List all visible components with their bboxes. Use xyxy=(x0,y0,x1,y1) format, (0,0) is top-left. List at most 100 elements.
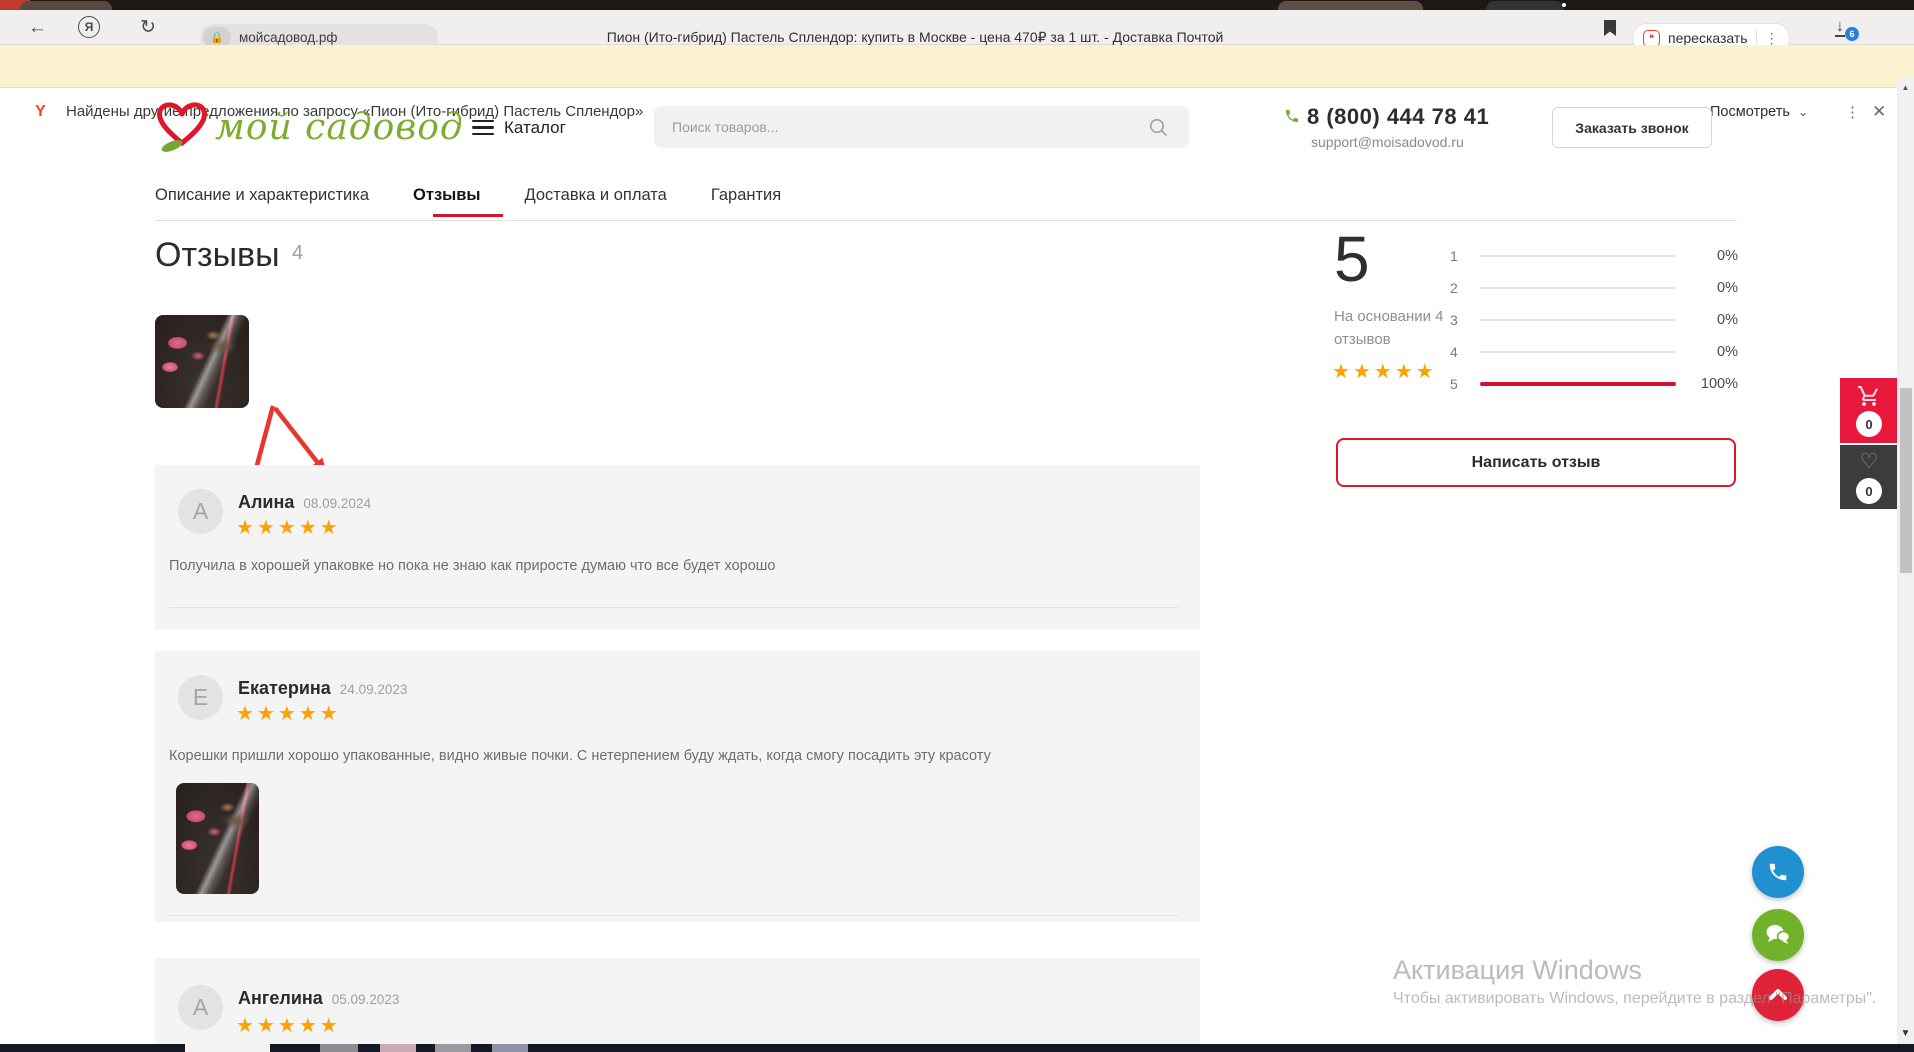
download-badge: 6 xyxy=(1845,27,1859,41)
review-stars: ★★★★★ xyxy=(236,518,341,538)
yandex-logo-icon: Y xyxy=(28,99,53,124)
search-input[interactable] xyxy=(672,106,1132,148)
star-icon: ★ xyxy=(257,703,278,725)
review-date: 24.09.2023 xyxy=(340,682,408,697)
reload-icon[interactable]: ↻ xyxy=(140,10,156,45)
star-icon: ★ xyxy=(1374,361,1395,383)
star-icon: ★ xyxy=(278,1015,299,1037)
star-icon: ★ xyxy=(236,1015,257,1037)
search-icon[interactable] xyxy=(1149,118,1168,137)
browser-tab-strip xyxy=(0,0,1914,10)
tab-audio-dot-icon xyxy=(1562,3,1566,7)
review-card: Е Екатерина 24.09.2023 ★★★★★ Корешки при… xyxy=(155,651,1200,922)
site-logo[interactable]: мой садовод xyxy=(155,98,464,156)
url-text: мойсадовод.рф xyxy=(239,30,337,45)
tab-reviews[interactable]: Отзывы xyxy=(413,186,480,205)
back-icon[interactable]: ← xyxy=(28,10,47,45)
star-icon: ★ xyxy=(257,517,278,539)
review-date: 08.09.2024 xyxy=(303,496,371,511)
avatar: А xyxy=(178,985,223,1030)
notification-close-icon[interactable]: ✕ xyxy=(1872,102,1886,122)
review-stars: ★★★★★ xyxy=(236,704,341,724)
search-box xyxy=(654,106,1189,148)
chevron-down-icon: ⌄ xyxy=(1798,105,1808,119)
tab-warranty[interactable]: Гарантия xyxy=(711,186,781,205)
bookmark-icon[interactable] xyxy=(1603,20,1617,41)
phone-icon xyxy=(1284,108,1300,129)
star-icon: ★ xyxy=(1353,361,1374,383)
tabs-divider xyxy=(155,220,1737,221)
chat-bubbles-icon xyxy=(1765,923,1791,947)
star-icon: ★ xyxy=(320,1015,341,1037)
star-icon: ★ xyxy=(299,517,320,539)
star-icon: ★ xyxy=(278,703,299,725)
write-review-button[interactable]: Написать отзыв xyxy=(1336,438,1736,487)
browser-toolbar: ← Я ↻ 🔒 мойсадовод.рф Пион (Ито-гибрид) … xyxy=(0,10,1914,45)
scrollbar-down-icon[interactable]: ▼ xyxy=(1897,1028,1914,1039)
star-icon: ★ xyxy=(1395,361,1416,383)
tab-delivery[interactable]: Доставка и оплата xyxy=(524,186,666,205)
rating-bars: 1 0% 2 0% 3 0% 4 0% 5 100% xyxy=(1450,243,1738,397)
catalog-button[interactable]: Каталог xyxy=(472,116,566,139)
taskbar-edge xyxy=(0,1044,1914,1052)
retell-menu-icon[interactable]: ⋮ xyxy=(1765,31,1779,45)
avatar: А xyxy=(178,489,223,534)
vertical-scrollbar[interactable]: ▲ ▼ xyxy=(1897,78,1914,1044)
reviewer-name: Екатерина xyxy=(238,678,331,699)
star-icon: ★ xyxy=(1416,361,1437,383)
download-arrow-icon: ↓ xyxy=(1835,18,1845,37)
page-title: Пион (Ито-гибрид) Пастель Сплендор: купи… xyxy=(430,29,1400,46)
star-icon: ★ xyxy=(236,517,257,539)
average-rating: 5 xyxy=(1334,222,1370,296)
favorites-widget[interactable]: ♡ 0 xyxy=(1840,445,1898,509)
screen: ← Я ↻ 🔒 мойсадовод.рф Пион (Ито-гибрид) … xyxy=(0,0,1914,1052)
review-photo[interactable] xyxy=(176,783,259,894)
chat-fab-button[interactable] xyxy=(1752,909,1804,961)
star-icon: ★ xyxy=(1332,361,1353,383)
star-icon: ★ xyxy=(299,703,320,725)
browser-tab[interactable] xyxy=(1278,1,1423,10)
cart-count: 0 xyxy=(1856,411,1882,437)
call-fab-button[interactable] xyxy=(1752,846,1804,898)
tab-description[interactable]: Описание и характеристика xyxy=(155,186,369,205)
hamburger-icon xyxy=(472,116,494,139)
favorites-count: 0 xyxy=(1856,478,1882,504)
review-date: 05.09.2023 xyxy=(332,992,400,1007)
cart-widget[interactable]: 0 xyxy=(1840,378,1898,443)
rating-bar-row: 5 100% xyxy=(1450,371,1738,397)
scrollbar-up-icon[interactable]: ▲ xyxy=(1897,83,1914,92)
star-icon: ★ xyxy=(278,517,299,539)
product-tabs: Описание и характеристика Отзывы Доставк… xyxy=(155,186,781,205)
downloads-button[interactable]: ↓ 6 xyxy=(1835,18,1865,42)
browser-tab[interactable] xyxy=(20,1,112,10)
star-icon: ★ xyxy=(236,703,257,725)
reviews-count: 4 xyxy=(292,242,303,265)
star-icon: ★ xyxy=(320,703,341,725)
reviews-title: Отзывы xyxy=(155,236,280,275)
browser-home-icon[interactable]: Я xyxy=(78,16,100,38)
activation-watermark-subtitle: Чтобы активировать Windows, перейдите в … xyxy=(1393,990,1876,1008)
support-email[interactable]: support@moisadovod.ru xyxy=(1311,134,1464,150)
retell-quote-icon: ❝ xyxy=(1643,30,1660,47)
summary-stars: ★★★★★ xyxy=(1332,362,1437,382)
reviewer-name: Ангелина xyxy=(238,988,323,1009)
notification-menu-icon[interactable]: ⋮ xyxy=(1845,105,1860,120)
star-icon: ★ xyxy=(299,1015,320,1037)
review-gallery-photo[interactable] xyxy=(155,315,249,408)
review-card: А Ангелина 05.09.2023 ★★★★★ xyxy=(155,958,1200,1052)
active-tab-underline xyxy=(433,214,503,217)
review-card: А Алина 08.09.2024 ★★★★★ Получила в хоро… xyxy=(155,465,1200,630)
logo-text: мой садовод xyxy=(215,107,464,148)
scrollbar-thumb[interactable] xyxy=(1900,388,1912,573)
browser-tab[interactable] xyxy=(1486,1,1564,10)
rating-bar-row: 1 0% xyxy=(1450,243,1738,269)
rating-bar-row: 3 0% xyxy=(1450,307,1738,333)
rating-bar-row: 2 0% xyxy=(1450,275,1738,301)
callback-button[interactable]: Заказать звонок xyxy=(1552,107,1712,148)
heart-icon: ♡ xyxy=(1840,449,1898,474)
phone-number[interactable]: 8 (800) 444 78 41 xyxy=(1307,104,1489,130)
rating-bar-row: 4 0% xyxy=(1450,339,1738,365)
review-text: Получила в хорошей упаковке но пока не з… xyxy=(169,558,1170,574)
review-text: Корешки пришли хорошо упакованные, видно… xyxy=(169,748,1170,764)
star-icon: ★ xyxy=(257,1015,278,1037)
